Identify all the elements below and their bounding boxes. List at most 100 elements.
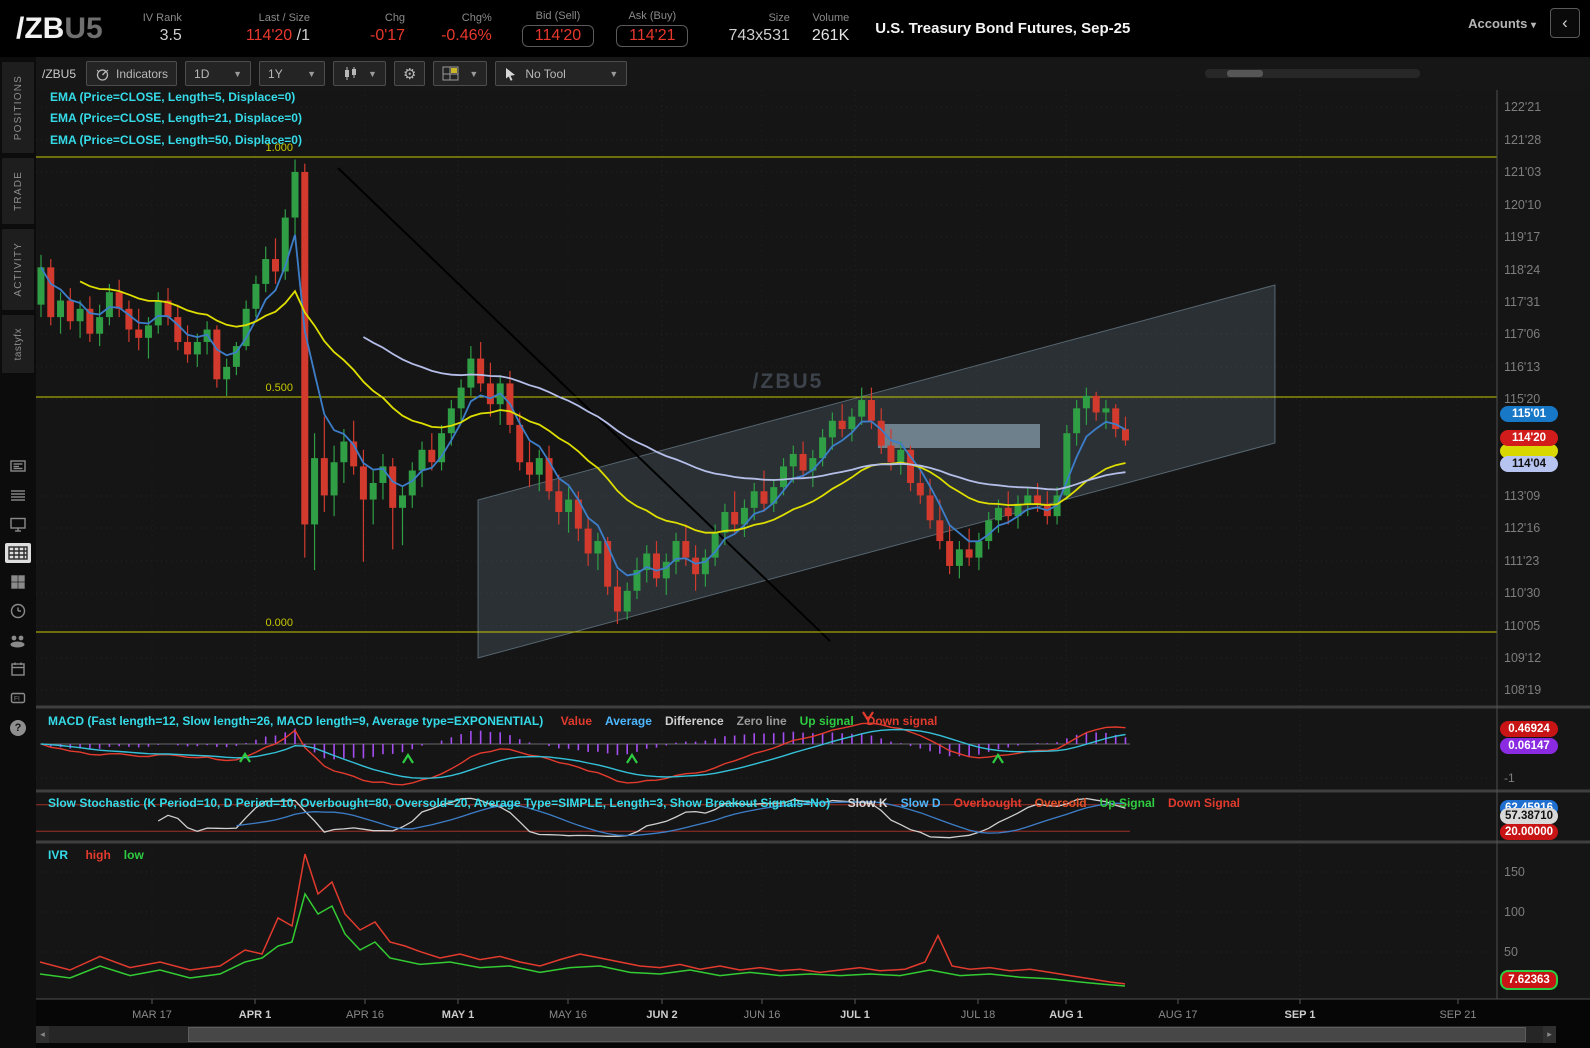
axis-label: 117'06	[1504, 327, 1540, 341]
candle-body	[838, 420, 846, 430]
axis-label: 122'21	[1504, 100, 1541, 114]
axis-label: 110'30	[1504, 586, 1540, 600]
layout-grid-icon	[442, 66, 459, 81]
candle-body	[613, 586, 621, 612]
axis-label: 110'05	[1504, 619, 1540, 633]
range-select[interactable]: 1Y ▼	[259, 61, 326, 86]
chart-hscrollbar[interactable]: ◂ ▸	[36, 1026, 1556, 1043]
chart-symbol-tab[interactable]: /ZBU5	[36, 67, 86, 81]
scrollbar-handle[interactable]	[188, 1027, 1526, 1042]
candle-body	[340, 441, 348, 463]
ask-label: Ask (Buy)	[628, 10, 677, 22]
chart-zoom-slider[interactable]	[1205, 69, 1420, 78]
symbol-contract: U5	[64, 11, 103, 45]
chart-settings-button[interactable]: ⚙	[393, 61, 426, 86]
size-value: 743x531	[728, 27, 790, 44]
axis-label: JUL 18	[961, 1009, 995, 1021]
bid-button[interactable]: 114'20	[521, 25, 595, 47]
chg-value: -0'17	[369, 27, 406, 44]
candle-body	[57, 300, 65, 318]
candle-body	[955, 549, 963, 566]
chg-label: Chg	[384, 12, 406, 24]
indicators-button[interactable]: Indicators	[86, 61, 178, 86]
candle-body	[174, 317, 182, 342]
sidebar-tab-positions[interactable]: POSITIONS	[2, 62, 34, 154]
field-ask: Ask (Buy) 114'21	[616, 10, 689, 47]
candle-body	[750, 491, 758, 508]
ask-button[interactable]: 114'21	[616, 25, 689, 47]
candle-body	[867, 400, 875, 421]
candle-body	[516, 424, 524, 463]
history-clock-icon[interactable]	[0, 596, 36, 625]
sidebar-tab-tastyfx[interactable]: tastyfx	[2, 314, 34, 374]
candle-body	[555, 491, 563, 513]
candle-body	[291, 171, 299, 218]
candle-body	[135, 329, 143, 338]
candle-body	[320, 458, 328, 496]
layout-button[interactable]: ▼	[433, 61, 488, 86]
timeframe-select[interactable]: 1D ▼	[185, 61, 252, 86]
community-icon[interactable]	[0, 625, 36, 654]
quote-header: /ZBU5 IV Rank 3.5 Last / Size 114'20 /1 …	[0, 0, 1590, 57]
candle-body	[389, 466, 397, 508]
candle-body	[1034, 495, 1042, 504]
candle-body	[692, 557, 700, 575]
axis-label: SEP 1	[1285, 1009, 1316, 1021]
candle-body	[359, 466, 367, 500]
grid-layout-icon[interactable]	[0, 567, 36, 596]
candle-body	[428, 449, 436, 463]
field-bid: Bid (Sell) 114'20	[521, 10, 595, 47]
candle-body	[105, 292, 113, 318]
fixed-income-icon[interactable]: FI	[0, 683, 36, 712]
axis-label: 0.500	[265, 382, 293, 394]
candle-body	[467, 358, 475, 388]
candle-body	[369, 482, 377, 500]
symbol-root: /ZB	[16, 11, 65, 45]
accounts-dropdown[interactable]: Accounts ▾	[1468, 16, 1536, 31]
candle-body	[682, 541, 690, 558]
chevron-down-icon: ▼	[609, 68, 619, 79]
candle-body	[1092, 395, 1100, 413]
axis-label: JUN 2	[646, 1009, 677, 1021]
axis-label: 150	[1504, 865, 1525, 879]
media-player-icon[interactable]	[0, 509, 36, 538]
scroll-right-icon[interactable]: ▸	[1543, 1026, 1556, 1043]
chart-type-button[interactable]: ▼	[333, 61, 386, 86]
axis-label: 109'12	[1504, 651, 1541, 665]
sidebar-tab-activity[interactable]: ACTIVITY	[2, 229, 34, 310]
scroll-left-icon[interactable]: ◂	[36, 1026, 49, 1043]
candle-body	[301, 171, 309, 525]
candle-body	[330, 462, 338, 496]
candle-body	[594, 541, 602, 554]
gauge-icon	[96, 68, 109, 81]
candle-body	[76, 308, 84, 322]
panel-divider[interactable]	[36, 705, 1590, 709]
candlestick-icon	[345, 67, 357, 80]
chart-canvas[interactable]: 122'21 121'28 121'03 120'10 119'17 118'24 117'…	[36, 90, 1590, 1048]
panel-divider[interactable]	[36, 789, 1590, 793]
sidebar-tab-trade[interactable]: TRADE	[2, 158, 34, 225]
collapse-panel-button[interactable]: ‹	[1550, 8, 1580, 38]
axis-label: 100	[1504, 905, 1525, 919]
cursor-icon	[506, 67, 516, 81]
candle-body	[1024, 495, 1032, 504]
candle-body	[252, 283, 260, 309]
candle-body	[154, 300, 162, 326]
range-value: 1Y	[268, 66, 283, 81]
zoom-slider-handle[interactable]	[1227, 70, 1263, 77]
candle-body	[887, 445, 895, 463]
indicators-label: Indicators	[116, 66, 169, 81]
chart-toolbar: /ZBU5 Indicators 1D ▼ 1Y ▼ ▼ ⚙ ▼ No Tool ▼	[36, 57, 1590, 90]
candle-body	[96, 317, 104, 334]
chg-pct-label: Chg%	[461, 12, 492, 24]
calendar-icon[interactable]	[0, 654, 36, 683]
help-icon[interactable]: ?	[10, 720, 26, 737]
candle-body	[936, 520, 944, 542]
candle-body	[721, 512, 729, 533]
watchlist-icon[interactable]	[0, 480, 36, 509]
panel-divider[interactable]	[36, 840, 1590, 844]
candle-body	[447, 408, 455, 434]
news-icon[interactable]	[0, 451, 36, 480]
drawing-tool-select[interactable]: No Tool ▼	[495, 61, 628, 86]
chart-page-icon[interactable]	[0, 538, 36, 567]
